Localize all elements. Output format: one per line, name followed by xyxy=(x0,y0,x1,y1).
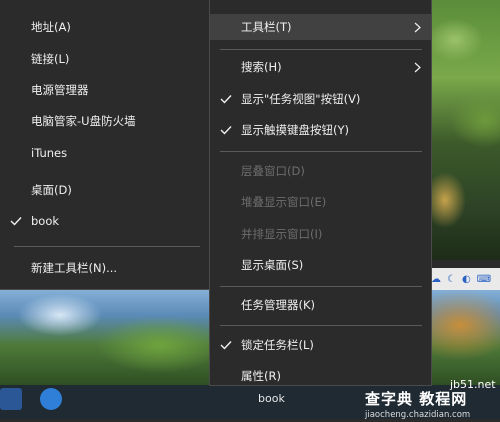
menu-item-label: book xyxy=(31,214,60,228)
menu-item-label: 桌面(D) xyxy=(31,183,72,197)
menu-item-label: 层叠窗口(D) xyxy=(241,164,305,178)
menu-item-label: 属性(R) xyxy=(241,369,281,383)
menu-item-book[interactable]: book xyxy=(0,208,215,234)
menu-item-desktop[interactable]: 桌面(D) xyxy=(0,177,215,203)
menu-item-label: 链接(L) xyxy=(31,52,70,66)
menu-item-toolbars[interactable]: 工具栏(T) xyxy=(210,14,431,40)
menu-separator xyxy=(220,151,422,152)
menu-separator xyxy=(220,325,422,326)
menu-item-pc-manager-usb[interactable]: 电脑管家-U盘防火墙 xyxy=(0,108,215,134)
menu-item-label: 显示桌面(S) xyxy=(241,258,304,272)
taskbar-toolbar-label[interactable]: book xyxy=(258,392,285,405)
toolbars-submenu: 地址(A) 链接(L) 电源管理器 电脑管家-U盘防火墙 iTunes 桌面(D… xyxy=(0,0,216,290)
menu-item-show-desktop[interactable]: 显示桌面(S) xyxy=(210,252,431,278)
menu-item-cascade-windows: 层叠窗口(D) xyxy=(210,158,431,184)
menu-item-label: 锁定任务栏(L) xyxy=(241,338,314,352)
menu-separator xyxy=(220,49,422,50)
chevron-right-icon xyxy=(414,54,421,80)
checkmark-icon xyxy=(219,332,233,358)
menu-item-task-manager[interactable]: 任务管理器(K) xyxy=(210,292,431,318)
menu-separator xyxy=(14,246,200,247)
menu-item-label: 显示触摸键盘按钮(Y) xyxy=(241,123,349,137)
watermark-line3: jiaocheng.chazidian.com xyxy=(365,410,471,420)
menu-item-label: 任务管理器(K) xyxy=(241,298,316,312)
menu-item-address[interactable]: 地址(A) xyxy=(0,14,215,40)
taskbar-context-menu: 工具栏(T) 搜索(H) 显示"任务视图"按钮(V) 显示触摸键盘按钮(Y) 层… xyxy=(209,0,432,386)
checkmark-icon xyxy=(9,208,23,234)
checkmark-icon xyxy=(219,117,233,143)
menu-item-label: iTunes xyxy=(31,146,68,160)
system-tray-strip[interactable]: ☁ ☾ ◐ ⌨ xyxy=(425,268,500,290)
menu-item-label: 电脑管家-U盘防火墙 xyxy=(31,114,136,128)
menu-separator xyxy=(220,286,422,287)
menu-item-show-task-view[interactable]: 显示"任务视图"按钮(V) xyxy=(210,86,431,112)
tray-icon-cloud[interactable]: ☁ xyxy=(431,274,441,285)
menu-item-itunes[interactable]: iTunes xyxy=(0,140,215,166)
pen-app-icon[interactable] xyxy=(40,388,62,410)
menu-item-label: 新建工具栏(N)... xyxy=(31,261,118,275)
word-app-icon[interactable] xyxy=(0,388,22,410)
menu-item-power-manager[interactable]: 电源管理器 xyxy=(0,77,215,103)
menu-item-show-touch-keyboard[interactable]: 显示触摸键盘按钮(Y) xyxy=(210,117,431,143)
menu-item-label: 并排显示窗口(I) xyxy=(241,227,323,241)
menu-item-links[interactable]: 链接(L) xyxy=(0,46,215,72)
menu-item-lock-taskbar[interactable]: 锁定任务栏(L) xyxy=(210,332,431,358)
menu-item-stack-windows: 堆叠显示窗口(E) xyxy=(210,189,431,215)
menu-item-label: 工具栏(T) xyxy=(241,20,292,34)
wallpaper-top xyxy=(425,0,500,260)
menu-item-side-by-side: 并排显示窗口(I) xyxy=(210,221,431,247)
watermark-line2: 查字典 教程网 xyxy=(365,390,468,408)
tray-icon-moon[interactable]: ☾ xyxy=(447,274,456,285)
tray-icon-ime[interactable]: ◐ xyxy=(462,274,471,285)
menu-item-label: 显示"任务视图"按钮(V) xyxy=(241,92,361,106)
menu-item-label: 地址(A) xyxy=(31,20,71,34)
tray-icon-keyboard[interactable]: ⌨ xyxy=(477,274,491,285)
menu-item-search[interactable]: 搜索(H) xyxy=(210,54,431,80)
menu-item-label: 电源管理器 xyxy=(31,83,89,97)
menu-item-label: 堆叠显示窗口(E) xyxy=(241,195,327,209)
checkmark-icon xyxy=(219,86,233,112)
menu-item-properties[interactable]: 属性(R) xyxy=(210,363,431,389)
chevron-right-icon xyxy=(414,14,421,40)
menu-item-new-toolbar[interactable]: 新建工具栏(N)... xyxy=(0,255,215,281)
menu-item-label: 搜索(H) xyxy=(241,60,282,74)
